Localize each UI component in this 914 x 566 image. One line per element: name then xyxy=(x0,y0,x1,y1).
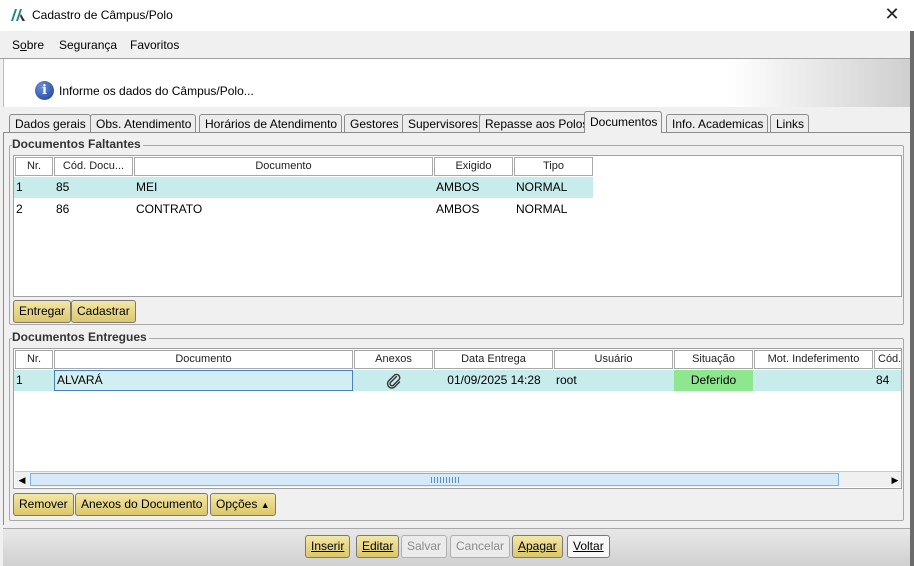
info-icon: i xyxy=(35,81,54,100)
opcoes-button[interactable]: Opções ▲ xyxy=(210,493,276,516)
tab-obs-atendimento[interactable]: Obs. Atendimento xyxy=(90,114,197,133)
tab-horarios-atendimento[interactable]: Horários de Atendimento xyxy=(199,114,343,133)
menu-bar: Sobre Segurança Favoritos xyxy=(0,31,914,59)
cell-exigido: AMBOS xyxy=(436,202,480,216)
cadastrar-button[interactable]: Cadastrar xyxy=(71,300,136,323)
tab-strip: Dados gerais Obs. Atendimento Horários d… xyxy=(3,107,910,133)
col-header-documento[interactable]: Documento xyxy=(54,350,353,369)
status-badge: Deferido xyxy=(674,370,753,391)
window-title: Cadastro de Câmpus/Polo xyxy=(32,8,173,22)
paperclip-icon[interactable] xyxy=(386,373,402,389)
action-bar: Inserir Editar Salvar Cancelar Apagar Vo… xyxy=(3,528,910,566)
menu-favoritos[interactable]: Favoritos xyxy=(130,38,179,52)
tab-documentos[interactable]: Documentos xyxy=(584,111,663,133)
tab-repasse-polos[interactable]: Repasse aos Polos xyxy=(479,114,594,133)
menu-seguranca[interactable]: Segurança xyxy=(59,38,117,52)
menu-sobre[interactable]: Sobre xyxy=(12,38,44,52)
horizontal-scrollbar[interactable]: ◀ ▶ xyxy=(15,471,901,487)
cell-tipo: NORMAL xyxy=(516,202,568,216)
table-row[interactable]: 1 85 MEI AMBOS NORMAL xyxy=(14,177,593,198)
salvar-button[interactable]: Salvar xyxy=(401,535,448,558)
col-header-data-entrega[interactable]: Data Entrega xyxy=(434,350,553,369)
col-header-documento[interactable]: Documento xyxy=(134,157,433,176)
col-header-cod[interactable]: Cód. Docu... xyxy=(54,157,133,176)
documentos-entregues-group: Documentos Entregues Nr. Documento Anexo… xyxy=(9,330,904,521)
cell-nr: 1 xyxy=(16,373,23,387)
scrollbar-thumb[interactable] xyxy=(30,473,839,486)
col-header-situacao[interactable]: Situação xyxy=(674,350,753,369)
anexos-documento-button[interactable]: Anexos do Documento xyxy=(75,493,209,516)
tab-supervisores[interactable]: Supervisores xyxy=(402,114,484,133)
cell-documento[interactable]: ALVARÁ xyxy=(54,370,353,391)
col-header-tipo[interactable]: Tipo xyxy=(514,157,593,176)
col-header-anexos[interactable]: Anexos xyxy=(354,350,433,369)
faltantes-grid[interactable]: Nr. Cód. Docu... Documento Exigido Tipo … xyxy=(13,155,902,297)
inserir-label: Inserir xyxy=(311,539,345,553)
documentos-panel: Documentos Faltantes Nr. Cód. Docu... Do… xyxy=(3,133,910,525)
app-logo-icon xyxy=(11,9,25,21)
menu-sobre-label-b: o xyxy=(20,38,27,52)
cell-usuario: root xyxy=(556,373,577,387)
cell-nr: 1 xyxy=(16,180,23,194)
table-row[interactable]: 2 86 CONTRATO AMBOS NORMAL xyxy=(14,199,593,220)
cell-documento: CONTRATO xyxy=(136,202,203,216)
editar-label: Editar xyxy=(362,539,394,553)
table-row[interactable]: 1 ALVARÁ 01/09/2025 14:28 root Deferido … xyxy=(14,370,901,391)
col-header-usuario[interactable]: Usuário xyxy=(554,350,673,369)
col-header-nr[interactable]: Nr. xyxy=(15,157,53,176)
col-header-nr[interactable]: Nr. xyxy=(15,350,53,369)
col-header-exigido[interactable]: Exigido xyxy=(434,157,513,176)
cell-nr: 2 xyxy=(16,202,23,216)
apagar-button[interactable]: Apagar xyxy=(512,535,563,558)
tab-gestores[interactable]: Gestores xyxy=(344,114,404,133)
col-header-mot-indeferimento[interactable]: Mot. Indeferimento xyxy=(754,350,873,369)
cell-cod: 84 xyxy=(876,373,890,387)
info-banner: i Informe os dados do Câmpus/Polo... xyxy=(3,59,910,107)
apagar-label: Apagar xyxy=(518,539,557,553)
menu-sobre-label-c: bre xyxy=(26,38,45,52)
cancelar-button[interactable]: Cancelar xyxy=(450,535,511,558)
documentos-faltantes-title: Documentos Faltantes xyxy=(12,137,143,151)
cell-cod: 86 xyxy=(56,202,70,216)
documentos-entregues-title: Documentos Entregues xyxy=(12,330,149,344)
cell-mot-indeferimento xyxy=(754,370,874,391)
tab-dados-gerais[interactable]: Dados gerais xyxy=(9,114,91,133)
inserir-button[interactable]: Inserir xyxy=(305,535,351,558)
opcoes-label: Opções xyxy=(216,497,258,511)
title-bar: Cadastro de Câmpus/Polo ✕ xyxy=(0,0,914,31)
cell-anexos[interactable] xyxy=(354,370,434,391)
tab-info-academicas[interactable]: Info. Academicas xyxy=(666,114,769,133)
voltar-button[interactable]: Voltar xyxy=(567,535,610,558)
entregues-grid[interactable]: Nr. Documento Anexos Data Entrega Usuári… xyxy=(13,348,902,489)
window-edge xyxy=(910,31,914,566)
cell-cod: 85 xyxy=(56,180,70,194)
close-button[interactable]: ✕ xyxy=(870,0,914,30)
cell-data-entrega: 01/09/2025 14:28 xyxy=(447,373,541,387)
info-text: Informe os dados do Câmpus/Polo... xyxy=(59,84,254,98)
triangle-up-icon: ▲ xyxy=(260,500,270,510)
documentos-faltantes-group: Documentos Faltantes Nr. Cód. Docu... Do… xyxy=(9,137,904,325)
col-header-cod[interactable]: Cód. xyxy=(874,350,901,369)
editar-button[interactable]: Editar xyxy=(356,535,400,558)
scroll-right-icon[interactable]: ▶ xyxy=(888,473,901,487)
menu-sobre-label-a: S xyxy=(12,38,21,52)
voltar-label: Voltar xyxy=(573,539,604,553)
cell-tipo: NORMAL xyxy=(516,180,568,194)
cell-exigido: AMBOS xyxy=(436,180,480,194)
tab-links[interactable]: Links xyxy=(770,114,810,133)
scroll-left-icon[interactable]: ◀ xyxy=(15,473,29,487)
grip-icon xyxy=(431,477,461,483)
cell-documento: MEI xyxy=(136,180,158,194)
remover-button[interactable]: Remover xyxy=(13,493,74,516)
entregar-button[interactable]: Entregar xyxy=(13,300,72,323)
